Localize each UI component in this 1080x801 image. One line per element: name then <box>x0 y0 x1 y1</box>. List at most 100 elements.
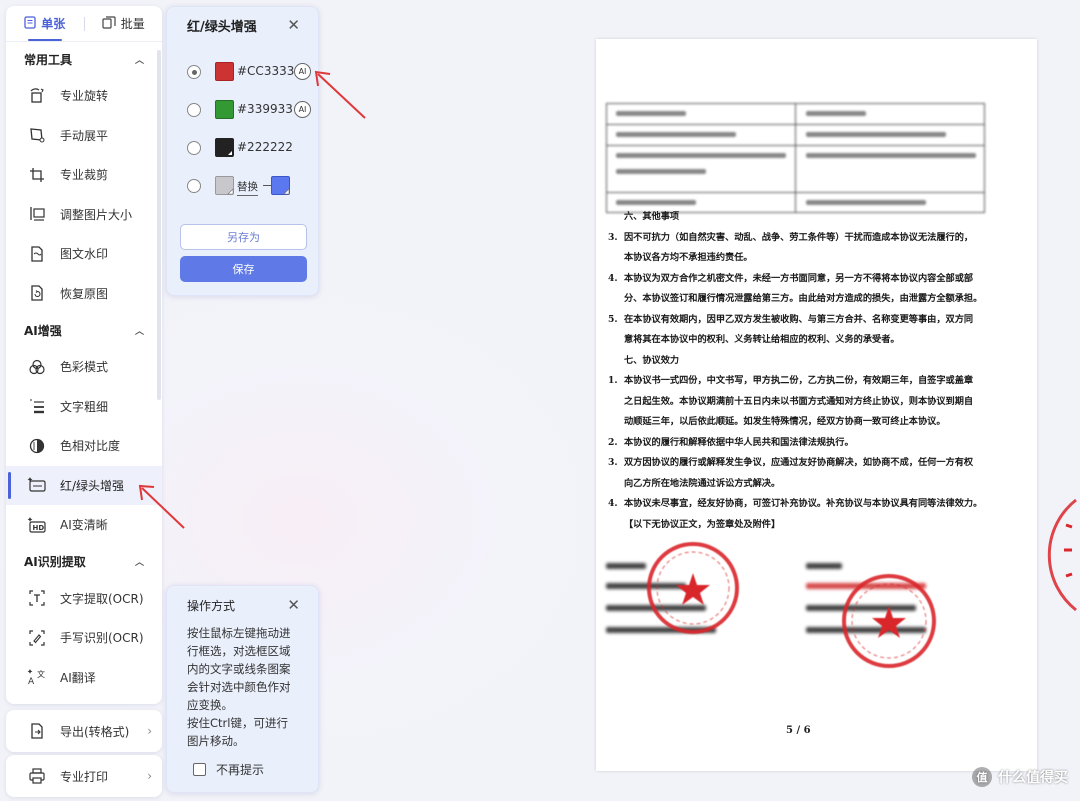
dont-show-label: 不再提示 <box>216 763 265 777</box>
dont-show-again[interactable]: 不再提示 <box>193 761 264 778</box>
color-mode-icon <box>26 357 48 377</box>
doc-line: 本协议各方均不承担违约责任。 <box>624 252 753 263</box>
sidebar-item-handwriting-ocr[interactable]: 手写识别(OCR) <box>6 618 162 658</box>
svg-text:A: A <box>28 677 35 686</box>
sidebar-item-red-green-enhance[interactable]: 红/绿头增强 <box>6 465 162 505</box>
document-page[interactable]: 六、其他事项 3. 因不可抗力（如自然灾害、动乱、战争、劳工条件等）干扰而造成本协… <box>596 39 1037 771</box>
sidebar-item-label: 文字粗细 <box>60 399 109 414</box>
crop-icon <box>26 165 48 185</box>
sidebar-item-label: 图文水印 <box>60 247 109 262</box>
sidebar-item-label: 恢复原图 <box>60 286 109 301</box>
close-icon[interactable]: ✕ <box>287 596 300 614</box>
stamp-enhance-icon <box>26 475 48 495</box>
sidebar-item-ai-translate[interactable]: A文 AI翻译 <box>6 658 162 698</box>
document-icon <box>24 15 36 32</box>
sidebar-item-flatten[interactable]: 手动展平 <box>6 116 162 156</box>
sidebar-item-restore[interactable]: 恢复原图 <box>6 274 162 314</box>
doc-line: 4. 本协议为双方合作之机密文件，未经一方书面同意，另一方不得将本协议内容全部或部 <box>608 272 974 284</box>
radio-custom[interactable] <box>187 179 201 193</box>
svg-text:HD: HD <box>33 524 45 532</box>
tab-single-label: 单张 <box>41 17 66 31</box>
red-seal-partial <box>1036 480 1080 630</box>
text-extract-icon <box>26 588 48 608</box>
export-label: 导出(转格式) <box>60 724 130 739</box>
help-line: 应变换。 <box>187 698 233 712</box>
watermark-icon <box>26 244 48 264</box>
sidebar-item-text-weight[interactable]: 文字粗细 <box>6 387 162 427</box>
dont-show-checkbox[interactable] <box>193 763 206 776</box>
restore-icon <box>26 283 48 303</box>
doc-line: 3. 因不可抗力（如自然灾害、动乱、战争、劳工条件等）干扰而造成本协议无法履行的， <box>608 231 974 243</box>
sidebar-item-label: 色相对比度 <box>60 439 121 454</box>
color-option-black[interactable]: #222222 <box>167 136 320 160</box>
red-seal-left <box>644 539 742 640</box>
radio-green[interactable] <box>187 103 201 117</box>
sidebar-item-ocr[interactable]: 文字提取(OCR) <box>6 579 162 619</box>
batch-icon <box>102 15 116 32</box>
hd-icon: HD <box>26 515 48 535</box>
chevron-up-icon: ︿ <box>134 326 144 337</box>
sidebar-item-color-mode[interactable]: 色彩模式 <box>6 347 162 387</box>
panel-header: 红/绿头增强 ✕ <box>167 7 318 43</box>
print-button[interactable]: 专业打印 › <box>6 755 162 797</box>
color-option-custom[interactable]: 替换 <box>167 174 320 198</box>
flatten-icon <box>26 125 48 145</box>
sidebar-item-label: 红/绿头增强 <box>60 478 125 493</box>
doc-line: 之日起生效。本协议期满前十五日内未以书面方式通知对方终止协议，则本协议到期自 <box>624 395 974 407</box>
tab-batch[interactable]: 批量 <box>85 6 163 41</box>
radio-red[interactable] <box>187 65 201 79</box>
doc-line: 七、协议效力 <box>624 354 680 366</box>
document-text: 六、其他事项 3. 因不可抗力（如自然灾害、动乱、战争、劳工条件等）干扰而造成本协… <box>608 207 993 535</box>
sidebar-item-hue-contrast[interactable]: 色相对比度 <box>6 426 162 466</box>
sidebar-item-label: 手动展平 <box>60 128 109 143</box>
tab-single[interactable]: 单张 <box>6 6 84 41</box>
mode-tabs: 单张 批量 <box>6 6 162 42</box>
sidebar-item-crop[interactable]: 专业裁剪 <box>6 155 162 195</box>
swatch-target[interactable] <box>271 176 290 195</box>
export-button[interactable]: 导出(转格式) › <box>6 710 162 752</box>
sidebar-item-label: 文字提取(OCR) <box>60 591 144 606</box>
sidebar-scrollbar[interactable] <box>157 50 161 400</box>
close-icon[interactable]: ✕ <box>287 16 300 34</box>
sidebar-item-watermark[interactable]: 图文水印 <box>6 234 162 274</box>
tool-sidebar: 单张 批量 常用工具 ︿ 专业旋转 手动展平 专业裁剪 调整图片大小 图文水印 … <box>6 6 162 704</box>
help-panel: 操作方式 ✕ 按住鼠标左键拖动进 行框选，对选框区域 内的文字或线条图案 会针对… <box>166 585 319 793</box>
watermark-text: 什么值得买 <box>998 770 1068 786</box>
chevron-up-icon: ︿ <box>134 558 144 568</box>
sidebar-item-label: 调整图片大小 <box>60 207 133 222</box>
doc-line: 【以下无协议正文，为签章处及附件】 <box>624 518 781 530</box>
color-label-green: #339933 <box>237 102 293 116</box>
doc-line: 六、其他事项 <box>624 211 680 222</box>
chevron-right-icon: › <box>147 724 152 738</box>
help-body: 按住鼠标左键拖动进 行框选，对选框区域 内的文字或线条图案 会针对选中颜色作对 … <box>167 624 318 750</box>
arrow-right-icon <box>263 185 271 186</box>
radio-black[interactable] <box>187 141 201 155</box>
swatch-red <box>215 62 234 81</box>
color-option-red[interactable]: #CC3333 AI <box>167 60 320 84</box>
section-common-header[interactable]: 常用工具 ︿ <box>6 42 162 76</box>
sidebar-item-ai-sharpen[interactable]: HD AI变清晰 <box>6 505 162 545</box>
section-ai-ocr-title: AI识别提取 <box>24 555 86 569</box>
export-icon <box>26 721 48 741</box>
help-title: 操作方式 <box>187 598 236 613</box>
sidebar-item-resize[interactable]: 调整图片大小 <box>6 195 162 235</box>
color-label-black: #222222 <box>237 140 293 154</box>
help-header: 操作方式 ✕ <box>167 586 318 624</box>
doc-line: 向乙方所在地法院通过诉讼方式解决。 <box>624 477 781 489</box>
tab-batch-label: 批量 <box>120 17 145 31</box>
help-line: 按住鼠标左键拖动进 <box>187 626 291 640</box>
replace-button[interactable]: 替换 <box>237 179 258 196</box>
handwriting-icon <box>26 628 48 648</box>
swatch-source[interactable] <box>215 176 234 195</box>
sidebar-item-rotate[interactable]: 专业旋转 <box>6 76 162 116</box>
print-label: 专业打印 <box>60 769 109 784</box>
section-ai-ocr-header[interactable]: AI识别提取 ︿ <box>6 545 162 579</box>
section-ai-enhance-header[interactable]: AI增强 ︿ <box>6 313 162 347</box>
color-option-green[interactable]: #339933 AI <box>167 98 320 122</box>
save-button[interactable]: 保存 <box>180 256 307 282</box>
help-line: 会针对选中颜色作对 <box>187 680 291 694</box>
save-as-button[interactable]: 另存为 <box>180 224 307 250</box>
ai-detect-icon[interactable]: AI <box>294 101 311 118</box>
printer-icon <box>26 766 48 786</box>
ai-detect-icon[interactable]: AI <box>294 63 311 80</box>
